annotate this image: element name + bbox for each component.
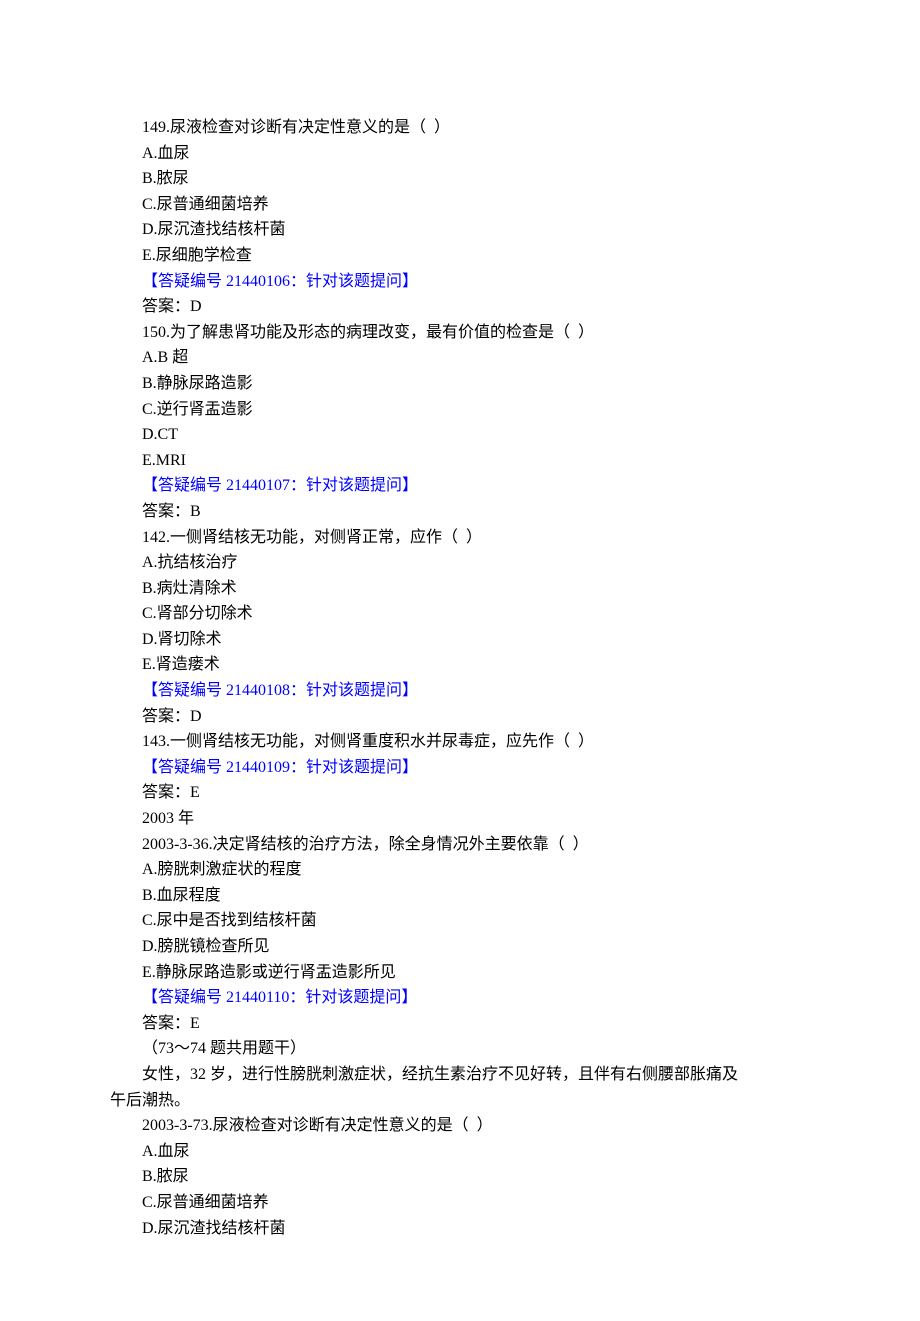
text-line: 女性，32 岁，进行性膀胱刺激症状，经抗生素治疗不见好转，且伴有右侧腰部胀痛及 — [110, 1062, 810, 1088]
text-line: B.血尿程度 — [110, 883, 810, 909]
text-line: C.逆行肾盂造影 — [110, 397, 810, 423]
text-line: 答案：E — [110, 1011, 810, 1037]
text-line: A.膀胱刺激症状的程度 — [110, 857, 810, 883]
answer-link[interactable]: 【答疑编号 21440108：针对该题提问】 — [110, 678, 810, 704]
text-line: C.肾部分切除术 — [110, 601, 810, 627]
text-line: E.尿细胞学检查 — [110, 243, 810, 269]
text-line: B.脓尿 — [110, 166, 810, 192]
text-line: D.膀胱镜检查所见 — [110, 934, 810, 960]
text-line: C.尿中是否找到结核杆菌 — [110, 908, 810, 934]
text-line: 答案：B — [110, 499, 810, 525]
answer-link[interactable]: 【答疑编号 21440110：针对该题提问】 — [110, 985, 810, 1011]
text-line: 答案：E — [110, 780, 810, 806]
text-line: 2003 年 — [110, 806, 810, 832]
text-line: B.静脉尿路造影 — [110, 371, 810, 397]
text-line: D.肾切除术 — [110, 627, 810, 653]
text-line: 143.一侧肾结核无功能，对侧肾重度积水并尿毒症，应先作（ ） — [110, 729, 810, 755]
text-line: 答案：D — [110, 704, 810, 730]
text-line: A.血尿 — [110, 1139, 810, 1165]
text-line: 2003-3-73.尿液检查对诊断有决定性意义的是（ ） — [110, 1113, 810, 1139]
answer-link[interactable]: 【答疑编号 21440107：针对该题提问】 — [110, 473, 810, 499]
document-page: 149.尿液检查对诊断有决定性意义的是（ ）A.血尿B.脓尿C.尿普通细菌培养D… — [0, 0, 920, 1321]
text-line: 答案：D — [110, 294, 810, 320]
text-line: 149.尿液检查对诊断有决定性意义的是（ ） — [110, 115, 810, 141]
text-line: B.脓尿 — [110, 1164, 810, 1190]
text-line: D.尿沉渣找结核杆菌 — [110, 217, 810, 243]
text-line: E.静脉尿路造影或逆行肾盂造影所见 — [110, 960, 810, 986]
text-line: C.尿普通细菌培养 — [110, 1190, 810, 1216]
text-line: E.MRI — [110, 448, 810, 474]
text-line: D.尿沉渣找结核杆菌 — [110, 1216, 810, 1242]
text-line: （73～74 题共用题干） — [110, 1036, 810, 1062]
text-line: 2003-3-36.决定肾结核的治疗方法，除全身情况外主要依靠（ ） — [110, 832, 810, 858]
answer-link[interactable]: 【答疑编号 21440106：针对该题提问】 — [110, 269, 810, 295]
text-line: A.B 超 — [110, 345, 810, 371]
answer-link[interactable]: 【答疑编号 21440109：针对该题提问】 — [110, 755, 810, 781]
text-line: 142.一侧肾结核无功能，对侧肾正常，应作（ ） — [110, 525, 810, 551]
text-line: E.肾造瘘术 — [110, 652, 810, 678]
text-line: A.抗结核治疗 — [110, 550, 810, 576]
text-line: B.病灶清除术 — [110, 576, 810, 602]
text-line: 午后潮热。 — [110, 1088, 810, 1114]
text-line: A.血尿 — [110, 141, 810, 167]
text-line: 150.为了解患肾功能及形态的病理改变，最有价值的检查是（ ） — [110, 320, 810, 346]
text-line: D.CT — [110, 422, 810, 448]
text-line: C.尿普通细菌培养 — [110, 192, 810, 218]
